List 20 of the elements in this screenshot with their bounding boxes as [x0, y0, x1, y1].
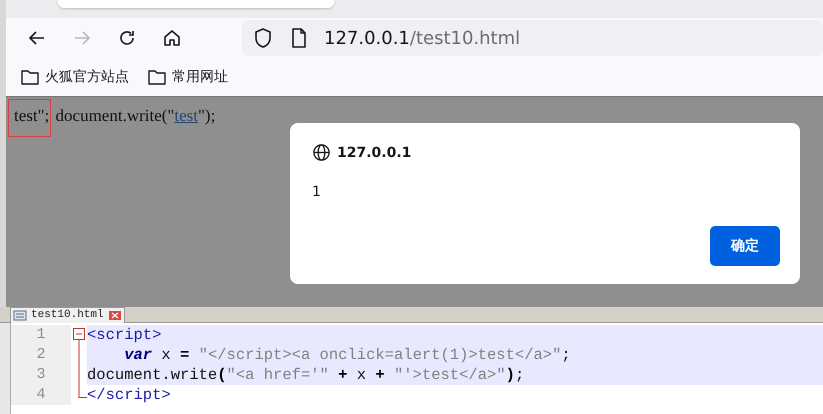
globe-icon — [312, 143, 331, 162]
dialog-message: 1 — [312, 184, 322, 200]
dialog-title: 127.0.0.1 — [337, 144, 412, 160]
ok-button[interactable]: 确定 — [710, 226, 780, 266]
folder-icon — [147, 68, 167, 86]
line-number: 2 — [11, 345, 71, 365]
address-bar[interactable]: 127.0.0.1/test10.html — [242, 20, 823, 56]
file-tab[interactable]: test10.html — [10, 307, 125, 323]
bookmark-folder[interactable]: 常用网址 — [147, 68, 228, 86]
url-text[interactable]: 127.0.0.1/test10.html — [324, 28, 520, 48]
file-icon — [13, 310, 27, 321]
bookmark-folder[interactable]: 火狐官方站点 — [20, 68, 129, 86]
line-number: 4 — [11, 385, 71, 405]
line-number: 1 — [11, 325, 71, 345]
close-icon[interactable] — [108, 310, 122, 321]
code-line: </script> — [87, 385, 172, 405]
folder-icon — [20, 68, 40, 86]
page-text: test"; document.write("test"); — [8, 99, 216, 137]
shield-icon[interactable] — [252, 27, 274, 49]
line-number: 3 — [11, 365, 71, 385]
